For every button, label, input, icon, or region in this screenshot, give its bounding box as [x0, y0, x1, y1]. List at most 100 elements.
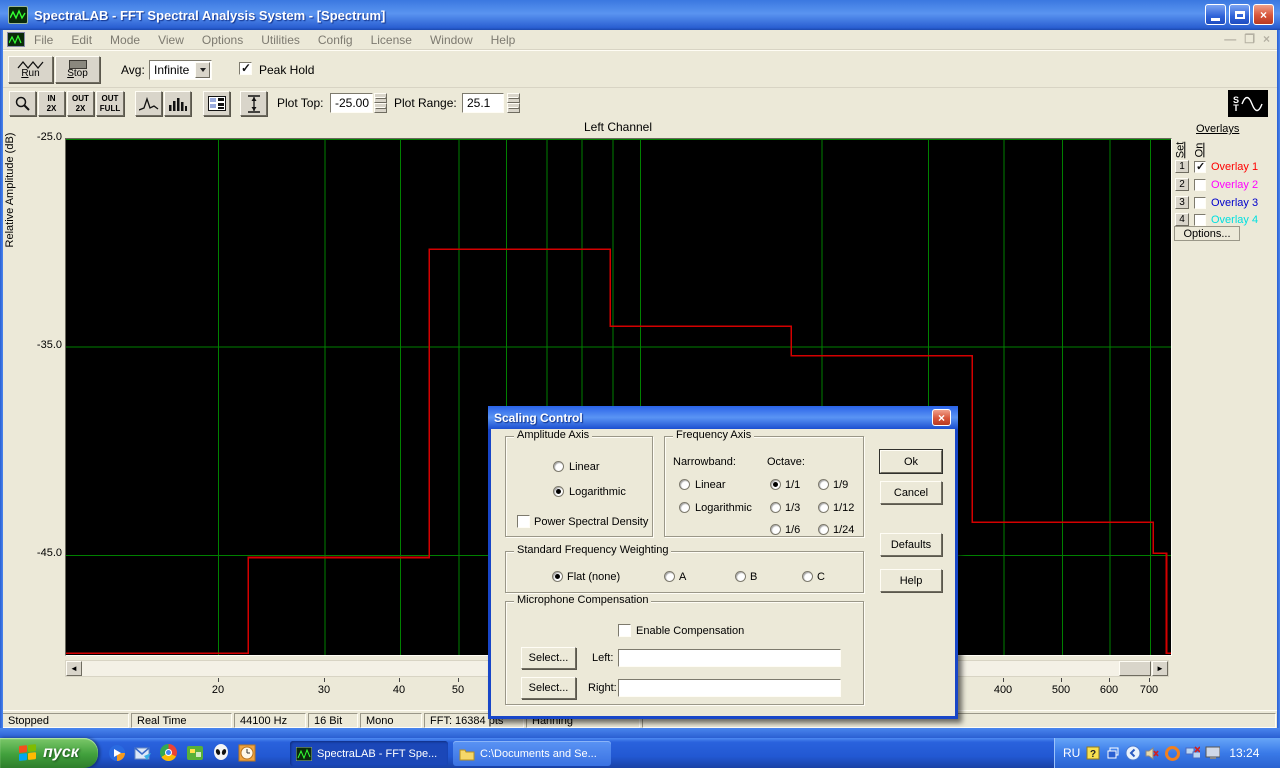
cancel-button[interactable]: Cancel [880, 481, 942, 504]
narrowband-linear-radio[interactable] [679, 479, 690, 490]
overlay-options-button[interactable]: Options... [1174, 226, 1240, 241]
clock-launch-icon[interactable] [238, 744, 256, 762]
menu-view[interactable]: View [149, 31, 193, 49]
octave-1-3-radio[interactable] [770, 502, 781, 513]
chrome-launch-icon[interactable] [160, 744, 178, 762]
display-settings-icon[interactable] [1205, 746, 1220, 761]
dialog-titlebar[interactable]: Scaling Control [488, 406, 958, 429]
desktop: SpectraLAB - FFT Spectral Analysis Syste… [0, 0, 1280, 768]
weighting-b-radio[interactable] [735, 571, 746, 582]
agent-app-icon[interactable] [1165, 746, 1180, 761]
overlay-4-set-button[interactable]: 4 [1175, 213, 1189, 226]
select-left-button[interactable]: Select... [521, 647, 576, 669]
octave-1-6-radio[interactable] [770, 524, 781, 535]
foobar-launch-icon[interactable] [212, 744, 230, 762]
menu-edit[interactable]: Edit [62, 31, 101, 49]
spectrum-window-icon [7, 32, 25, 47]
y-tick-label: -45.0 [18, 547, 62, 559]
peak-hold-checkbox[interactable] [239, 62, 252, 75]
plot-top-spin-up-button[interactable] [374, 93, 387, 103]
maximize-button[interactable] [1229, 4, 1250, 25]
menu-utilities[interactable]: Utilities [252, 31, 309, 49]
mic-left-input[interactable] [618, 649, 841, 667]
start-button[interactable]: пуск [0, 738, 98, 768]
media-player-launch-icon[interactable] [108, 744, 126, 762]
minimize-button[interactable] [1205, 4, 1226, 25]
menu-config[interactable]: Config [309, 31, 362, 49]
overlay-row-4: 4 Overlay 4 [1175, 213, 1258, 226]
scroll-right-button[interactable]: ► [1152, 661, 1168, 676]
mdi-close-button[interactable]: × [1263, 32, 1270, 46]
network-disconnected-icon[interactable] [1185, 746, 1200, 761]
mic-right-input[interactable] [618, 679, 841, 697]
ime-help-icon[interactable]: ? [1085, 746, 1100, 761]
dialog-close-button[interactable]: × [932, 409, 951, 426]
amplitude-logarithmic-radio[interactable] [553, 486, 564, 497]
octave-1-1-radio[interactable] [770, 479, 781, 490]
overlay-4-checkbox[interactable] [1194, 214, 1206, 226]
menu-license[interactable]: License [362, 31, 421, 49]
weighting-a-radio[interactable] [664, 571, 675, 582]
weighting-c-radio[interactable] [802, 571, 813, 582]
avg-dropdown-button[interactable] [195, 62, 210, 78]
menu-file[interactable]: File [25, 31, 62, 49]
scroll-left-button[interactable]: ◄ [66, 661, 82, 676]
plot-top-spin-down-button[interactable] [374, 103, 387, 113]
overlay-1-checkbox[interactable] [1194, 161, 1206, 173]
mdi-restore-button[interactable]: ❐ [1244, 32, 1255, 46]
plot-range-spin-up-button[interactable] [507, 93, 520, 103]
close-button[interactable]: × [1253, 4, 1274, 25]
display-options-button[interactable] [203, 91, 230, 116]
plot-range-spin-down-button[interactable] [507, 103, 520, 113]
zoom-out-full-button[interactable]: OUT FULL [96, 91, 124, 116]
scroll-thumb[interactable] [1119, 661, 1151, 676]
language-indicator[interactable]: RU [1063, 746, 1080, 760]
menu-window[interactable]: Window [421, 31, 482, 49]
menu-mode[interactable]: Mode [101, 31, 149, 49]
show-hidden-icons-button[interactable] [1125, 746, 1140, 761]
weighting-flat-radio[interactable] [552, 571, 563, 582]
menu-options[interactable]: Options [193, 31, 252, 49]
taskbar-clock[interactable]: 13:24 [1229, 746, 1259, 760]
email-launch-icon[interactable] [134, 744, 152, 762]
mdi-minimize-button[interactable]: — [1224, 32, 1236, 46]
explorer-launch-icon[interactable] [186, 744, 204, 762]
octave-1-9-radio[interactable] [818, 479, 829, 490]
help-button[interactable]: Help [880, 569, 942, 592]
bar-view-button[interactable] [164, 91, 191, 116]
amplitude-linear-radio[interactable] [553, 461, 564, 472]
select-right-button[interactable]: Select... [521, 677, 576, 699]
amplitude-range-button[interactable] [240, 91, 267, 116]
avg-select[interactable]: Infinite [149, 60, 212, 80]
run-button[interactable]: Run [8, 56, 53, 83]
overlay-2-set-button[interactable]: 2 [1175, 178, 1189, 191]
spin-down-icon [375, 107, 386, 109]
zoom-in-2x-button[interactable]: IN 2X [38, 91, 65, 116]
octave-1-12-radio[interactable] [818, 502, 829, 513]
psd-checkbox[interactable] [517, 515, 530, 528]
zoom-out-2x-button[interactable]: OUT 2X [67, 91, 94, 116]
defaults-button[interactable]: Defaults [880, 533, 942, 556]
plot-range-input[interactable]: 25.1 [462, 93, 504, 113]
overlay-2-checkbox[interactable] [1194, 179, 1206, 191]
spectrum-view-button[interactable] [135, 91, 162, 116]
stop-button[interactable]: Stop [55, 56, 100, 83]
enable-compensation-checkbox[interactable] [618, 624, 631, 637]
overlay-3-checkbox[interactable] [1194, 197, 1206, 209]
plot-top-input[interactable]: -25.00 [330, 93, 373, 113]
volume-muted-icon[interactable] [1145, 746, 1160, 761]
overlay-1-set-button[interactable]: 1 [1175, 160, 1189, 173]
x-tick-label: 40 [393, 684, 405, 696]
taskbar-task-explorer[interactable]: C:\Documents and Se... [453, 741, 611, 766]
octave-1-24-radio[interactable] [818, 524, 829, 535]
taskbar-task-spectralab[interactable]: SpectraLAB - FFT Spe... [290, 741, 448, 766]
x-tick-label: 600 [1100, 684, 1118, 696]
overlay-3-set-button[interactable]: 3 [1175, 196, 1189, 209]
ok-button[interactable]: Ok [880, 450, 942, 473]
menu-help[interactable]: Help [482, 31, 525, 49]
scaling-control-dialog: Scaling Control × Amplitude Axis Linear … [488, 406, 958, 719]
plot-top-spinner [374, 93, 387, 113]
restore-window-icon[interactable] [1105, 746, 1120, 761]
x-tick-mark [1149, 678, 1150, 682]
narrowband-logarithmic-radio[interactable] [679, 502, 690, 513]
